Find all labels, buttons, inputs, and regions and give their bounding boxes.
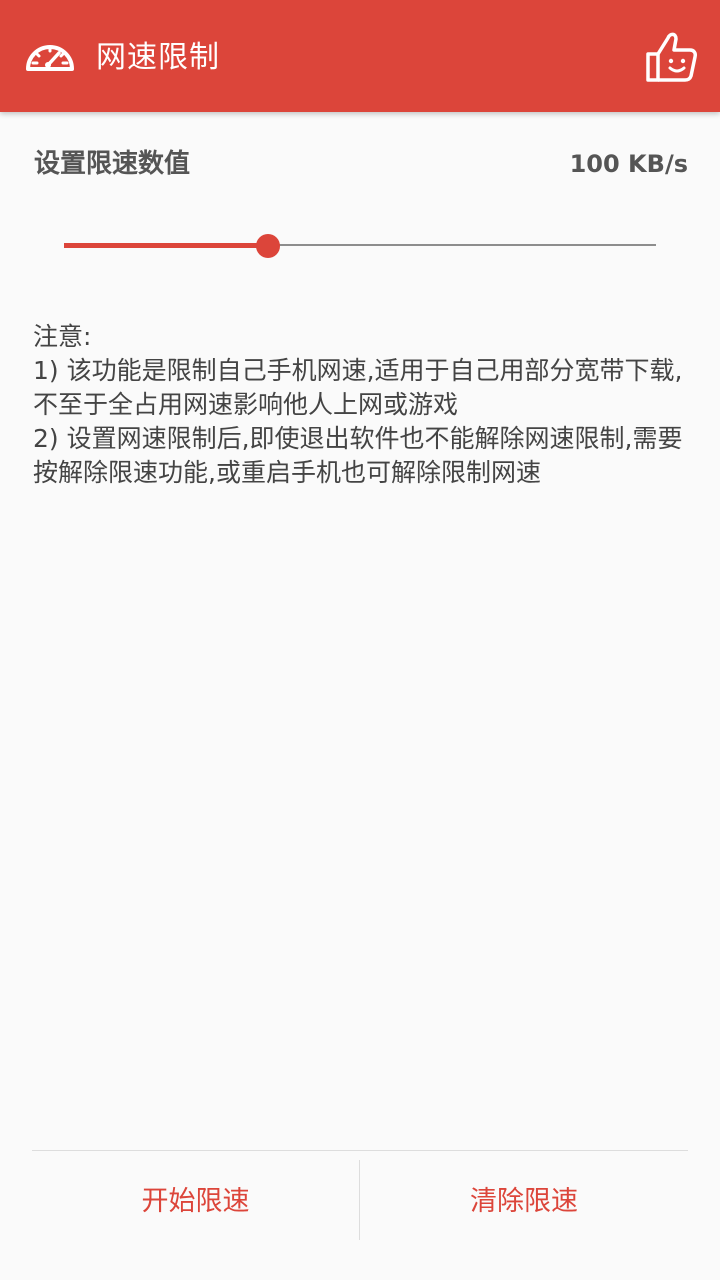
slider-thumb[interactable] xyxy=(256,234,281,258)
page-title: 网速限制 xyxy=(96,40,220,75)
slider-fill xyxy=(64,243,269,248)
start-limit-button[interactable]: 开始限速 xyxy=(32,1152,359,1252)
notice-item-1: 1) 该功能是限制自己手机网速,适用于自己用部分宽带下载,不至于全占用网速影响他… xyxy=(33,356,683,419)
thumbs-up-icon[interactable] xyxy=(640,28,700,84)
speedometer-icon xyxy=(26,45,74,71)
notice-text: 注意: 1) 该功能是限制自己手机网速,适用于自己用部分宽带下载,不至于全占用网… xyxy=(33,320,693,490)
speed-setting-label: 设置限速数值 xyxy=(34,149,191,179)
speed-value-readout: 100 KB/s xyxy=(569,150,688,178)
footer-divider xyxy=(32,1150,688,1151)
speed-slider[interactable] xyxy=(64,226,656,266)
notice-item-2: 2) 设置网速限制后,即使退出软件也不能解除网速限制,需要按解除限速功能,或重启… xyxy=(33,424,683,487)
toolbar: 网速限制 xyxy=(0,0,720,112)
clear-limit-button[interactable]: 清除限速 xyxy=(360,1152,688,1252)
app-screen: 网速限制 设置限速数值 100 KB/s 注意: 1) 该功能是限制自己手机网速… xyxy=(0,0,720,1280)
notice-heading: 注意: xyxy=(33,322,92,351)
